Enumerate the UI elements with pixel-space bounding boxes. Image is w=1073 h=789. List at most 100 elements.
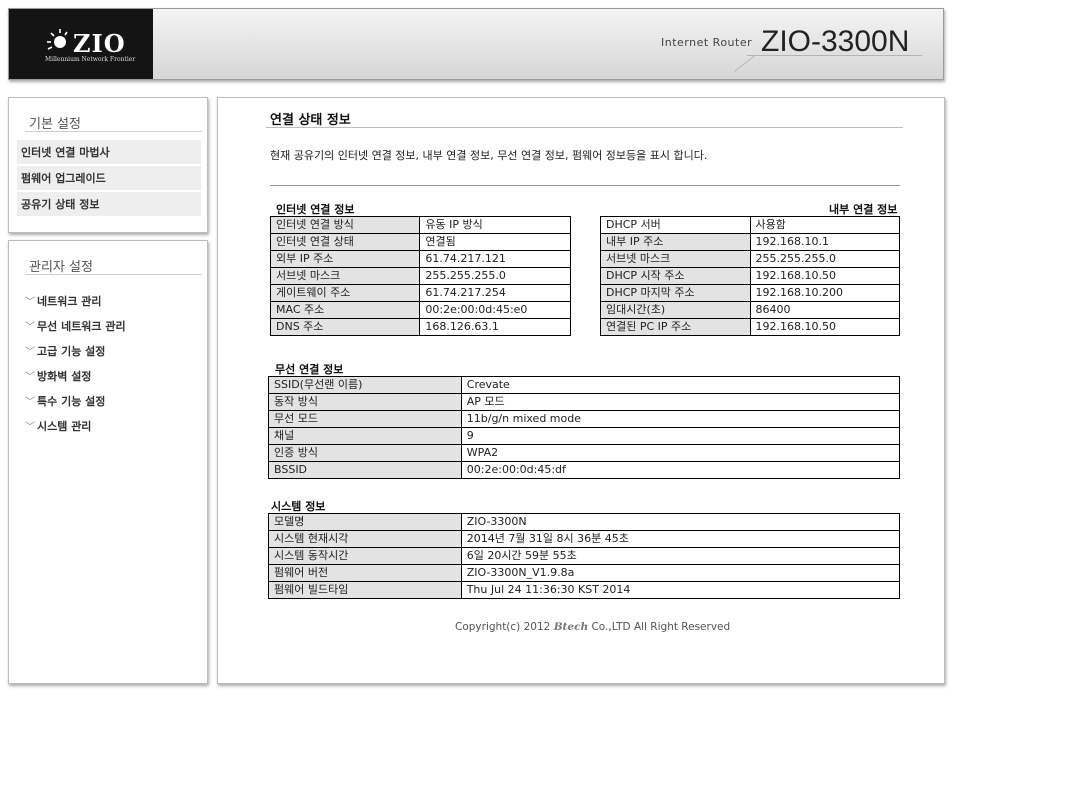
page-title: 연결 상태 정보 bbox=[270, 113, 351, 128]
sidebar-item-firewall[interactable]: ﹀ 방화벽 설정 bbox=[25, 369, 91, 385]
wireless-info-table: SSID(무선랜 이름) Crevate 동작 방식 AP 모드 무선 모드 11b/… bbox=[268, 376, 901, 479]
row-key: 인터넷 연결 상태 bbox=[269, 233, 421, 251]
row-value: 2014년 7월 31일 8시 36분 45초 bbox=[460, 530, 901, 548]
row-key: 시스템 현재시각 bbox=[268, 530, 462, 548]
table-row: 서브넷 마스크 255.255.255.0 bbox=[600, 250, 900, 268]
chevron-down-icon: ﹀ bbox=[25, 397, 35, 408]
row-key: 연결된 PC IP 주소 bbox=[600, 318, 751, 336]
table-row: 내부 IP 주소 192.168.10.1 bbox=[600, 233, 900, 251]
header-divider-slant bbox=[734, 55, 756, 72]
system-info-title: 시스템 정보 bbox=[271, 500, 326, 513]
row-key: DHCP 마지막 주소 bbox=[600, 284, 751, 302]
row-key: 모델명 bbox=[268, 513, 462, 531]
row-value: 61.74.217.254 bbox=[419, 284, 571, 302]
zio-logo[interactable]: ZIO Millennium Network Frontier bbox=[9, 9, 153, 79]
row-key: SSID(무선랜 이름) bbox=[268, 376, 462, 394]
logo-brand: ZIO bbox=[73, 29, 126, 58]
sidebar-item-router-status[interactable]: 공유기 상태 정보 bbox=[17, 192, 201, 217]
sidebar-item-wireless[interactable]: ﹀ 무선 네트워크 관리 bbox=[25, 319, 126, 335]
row-key: 채널 bbox=[268, 427, 462, 445]
sidebar-item-network[interactable]: ﹀ 네트워크 관리 bbox=[25, 294, 102, 310]
row-value: 192.168.10.1 bbox=[749, 233, 900, 251]
row-value: 00:2e:00:0d:45:df bbox=[460, 461, 901, 479]
row-value: 사용함 bbox=[749, 216, 900, 234]
table-row: 인터넷 연결 방식 유동 IP 방식 bbox=[269, 216, 571, 234]
sidebar-item-label: 무선 네트워크 관리 bbox=[37, 320, 126, 333]
title-divider bbox=[266, 127, 903, 128]
row-value: 255.255.255.0 bbox=[419, 267, 571, 285]
admin-settings-panel: 관리자 설정 ﹀ 네트워크 관리 ﹀ 무선 네트워크 관리 ﹀ 고급 기능 설정 ﹀ 방… bbox=[8, 240, 208, 684]
title-divider bbox=[25, 131, 202, 132]
sidebar-item-label: 고급 기능 설정 bbox=[37, 345, 106, 358]
row-key: 동작 방식 bbox=[268, 393, 462, 411]
title-divider bbox=[25, 274, 202, 275]
table-row: 게이트웨이 주소 61.74.217.254 bbox=[269, 284, 571, 302]
row-value: 유동 IP 방식 bbox=[419, 216, 571, 234]
row-key: 무선 모드 bbox=[268, 410, 462, 428]
table-row: 펌웨어 빌드타임 Thu Jul 24 11:36:30 KST 2014 bbox=[268, 581, 901, 599]
row-key: 게이트웨이 주소 bbox=[269, 284, 421, 302]
table-row: 시스템 현재시각 2014년 7월 31일 8시 36분 45초 bbox=[268, 530, 901, 548]
sidebar-item-special[interactable]: ﹀ 특수 기능 설정 bbox=[25, 394, 105, 410]
internet-info-title: 인터넷 연결 정보 bbox=[276, 203, 355, 216]
logo-tagline: Millennium Network Frontier bbox=[45, 56, 136, 63]
system-info-table: 모델명 ZIO-3300N 시스템 현재시각 2014년 7월 31일 8시 36분… bbox=[268, 513, 901, 599]
sidebar-item-internet-wizard[interactable]: 인터넷 연결 마법사 bbox=[17, 140, 201, 165]
basic-settings-panel: 기본 설정 인터넷 연결 마법사 펌웨어 업그레이드 공유기 상태 정보 bbox=[8, 97, 208, 233]
table-row: DNS 주소 168.126.63.1 bbox=[269, 318, 571, 336]
sidebar-item-label: 네트워크 관리 bbox=[37, 295, 102, 308]
table-row: 인터넷 연결 상태 연결됨 bbox=[269, 233, 571, 251]
sidebar-item-system[interactable]: ﹀ 시스템 관리 bbox=[25, 419, 91, 435]
row-key: 인증 방식 bbox=[268, 444, 462, 462]
page-description: 현재 공유기의 인터넷 연결 정보, 내부 연결 정보, 무선 연결 정보, 펌… bbox=[270, 149, 708, 162]
sidebar-item-label: 방화벽 설정 bbox=[37, 370, 92, 383]
table-row: 연결된 PC IP 주소 192.168.10.50 bbox=[600, 318, 900, 336]
row-key: 시스템 동작시간 bbox=[268, 547, 462, 565]
row-key: DHCP 시작 주소 bbox=[600, 267, 751, 285]
row-key: 내부 IP 주소 bbox=[600, 233, 751, 251]
row-key: 서브넷 마스크 bbox=[600, 250, 751, 268]
sidebar-item-advanced[interactable]: ﹀ 고급 기능 설정 bbox=[25, 344, 105, 360]
copyright-prefix: Copyright(c) 2012 bbox=[455, 621, 551, 633]
table-row: SSID(무선랜 이름) Crevate bbox=[268, 376, 901, 394]
row-key: 외부 IP 주소 bbox=[269, 250, 421, 268]
row-value: AP 모드 bbox=[460, 393, 901, 411]
row-key: MAC 주소 bbox=[269, 301, 421, 319]
row-key: BSSID bbox=[268, 461, 462, 479]
basic-settings-title: 기본 설정 bbox=[29, 117, 81, 132]
row-value: 11b/g/n mixed mode bbox=[460, 410, 901, 428]
internal-info-title: 내부 연결 정보 bbox=[829, 203, 898, 216]
sidebar-item-firmware-upgrade[interactable]: 펌웨어 업그레이드 bbox=[17, 166, 201, 191]
table-row: 임대시간(초) 86400 bbox=[600, 301, 900, 319]
table-row: DHCP 서버 사용함 bbox=[600, 216, 900, 234]
table-row: 인증 방식 WPA2 bbox=[268, 444, 901, 462]
table-row: 무선 모드 11b/g/n mixed mode bbox=[268, 410, 901, 428]
table-row: 서브넷 마스크 255.255.255.0 bbox=[269, 267, 571, 285]
row-value: 9 bbox=[460, 427, 901, 445]
table-row: MAC 주소 00:2e:00:0d:45:e0 bbox=[269, 301, 571, 319]
row-value: 00:2e:00:0d:45:e0 bbox=[419, 301, 571, 319]
row-value: 61.74.217.121 bbox=[419, 250, 571, 268]
table-row: 채널 9 bbox=[268, 427, 901, 445]
chevron-down-icon: ﹀ bbox=[25, 347, 35, 358]
description-divider bbox=[270, 185, 900, 186]
chevron-down-icon: ﹀ bbox=[25, 422, 35, 433]
internet-info-table: 인터넷 연결 방식 유동 IP 방식 인터넷 연결 상태 연결됨 외부 IP 주소 6… bbox=[269, 216, 571, 336]
row-value: ZIO-3300N bbox=[460, 513, 901, 531]
copyright-footer: Copyright(c) 2012 Btech Co.,LTD All Righ… bbox=[455, 621, 730, 633]
row-key: 서브넷 마스크 bbox=[269, 267, 421, 285]
row-value: Thu Jul 24 11:36:30 KST 2014 bbox=[460, 581, 901, 599]
row-value: 192.168.10.50 bbox=[749, 318, 900, 336]
internal-info-table: DHCP 서버 사용함 내부 IP 주소 192.168.10.1 서브넷 마스크 2… bbox=[600, 216, 900, 336]
model-label: ZIO-3300N bbox=[761, 25, 910, 58]
row-value: Crevate bbox=[460, 376, 901, 394]
row-value: 192.168.10.200 bbox=[749, 284, 900, 302]
table-row: 모델명 ZIO-3300N bbox=[268, 513, 901, 531]
row-value: 6일 20시간 59분 55초 bbox=[460, 547, 901, 565]
table-row: DHCP 마지막 주소 192.168.10.200 bbox=[600, 284, 900, 302]
table-row: 동작 방식 AP 모드 bbox=[268, 393, 901, 411]
row-value: WPA2 bbox=[460, 444, 901, 462]
row-key: DHCP 서버 bbox=[600, 216, 751, 234]
row-value: ZIO-3300N_V1.9.8a bbox=[460, 564, 901, 582]
table-row: 펌웨어 버전 ZIO-3300N_V1.9.8a bbox=[268, 564, 901, 582]
